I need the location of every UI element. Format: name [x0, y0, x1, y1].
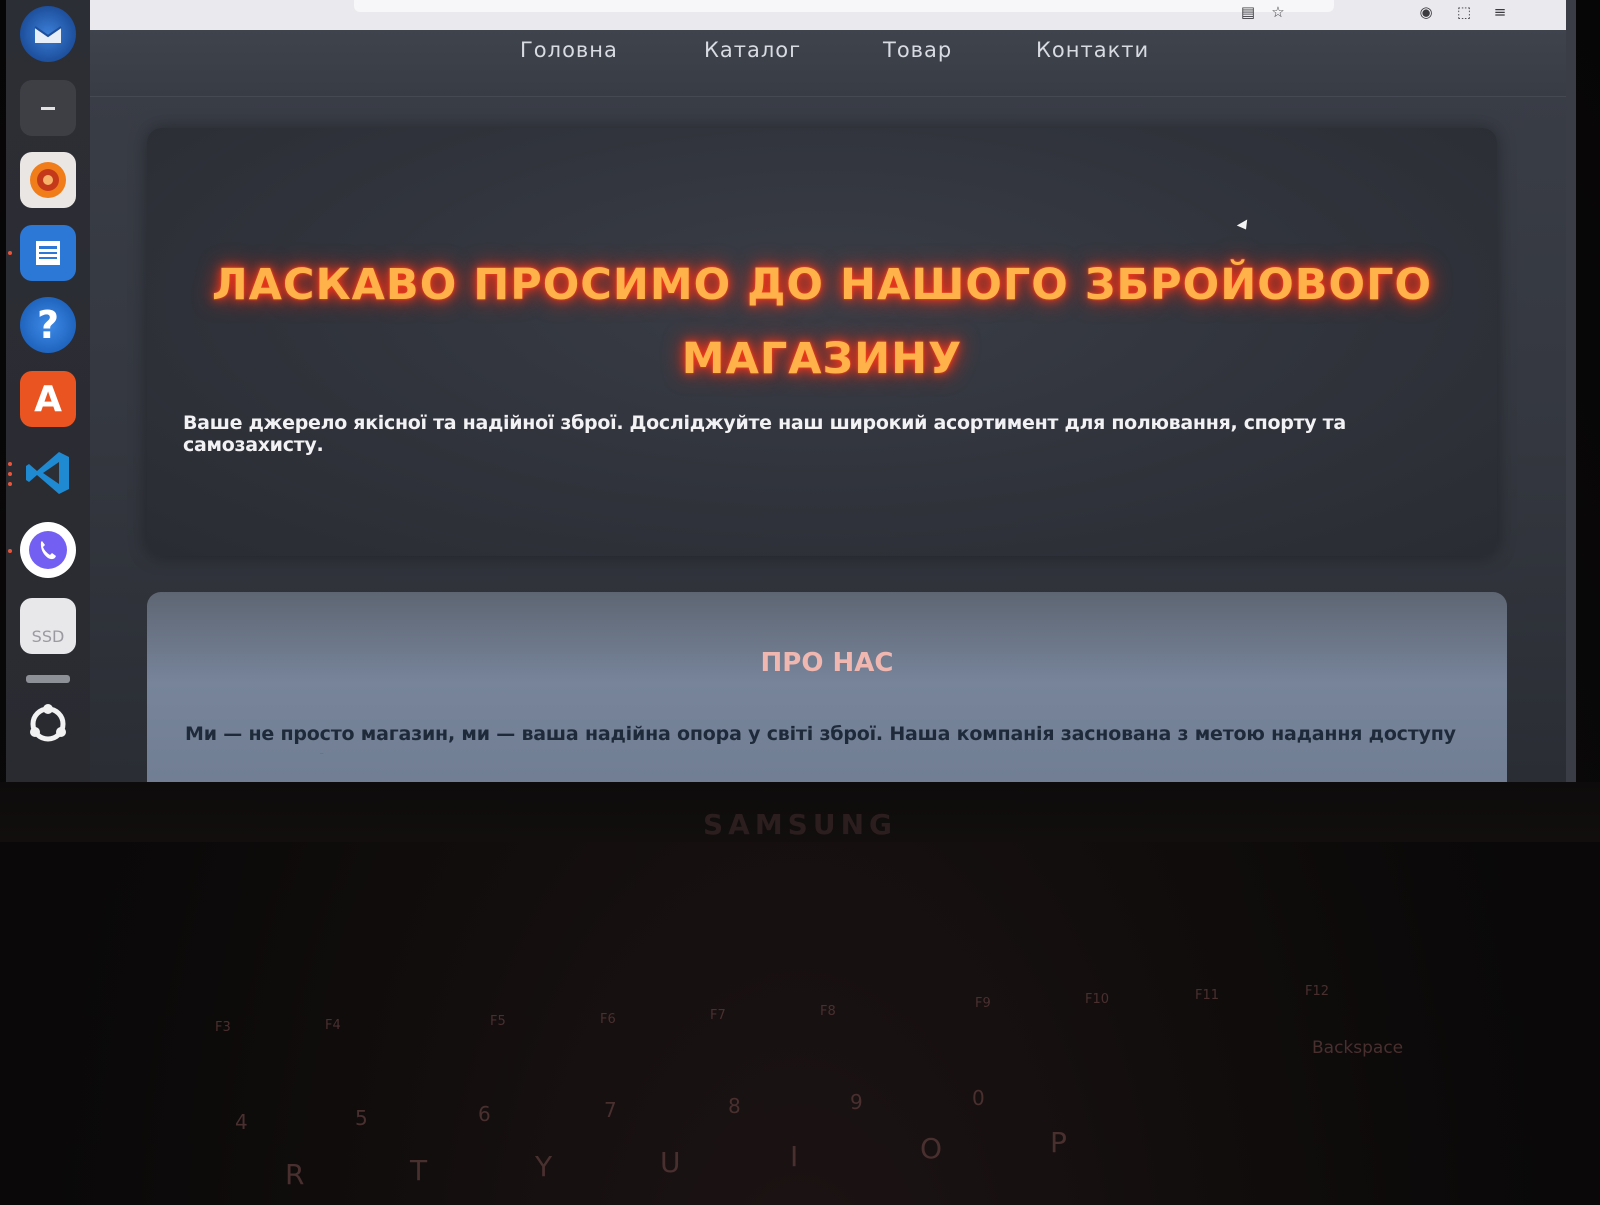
- key-f10: F10: [1085, 992, 1110, 1007]
- key-5: 5: [355, 1106, 368, 1130]
- nav-product-link[interactable]: Товар: [883, 38, 952, 62]
- writer-icon[interactable]: [20, 225, 76, 281]
- laptop-brand-logo: SAMSUNG: [702, 808, 898, 841]
- key-0: 0: [972, 1086, 985, 1110]
- ubuntu-apps-icon[interactable]: [20, 696, 76, 752]
- hero-title: ЛАСКАВО ПРОСИМО ДО НАШОГО ЗБРОЙОВОГО МАГ…: [177, 248, 1467, 396]
- nav-home-link[interactable]: Головна: [520, 38, 618, 62]
- account-icon[interactable]: ◉: [1416, 2, 1436, 22]
- key-f12: F12: [1305, 984, 1330, 999]
- key-f6: F6: [600, 1012, 616, 1027]
- key-r: R: [285, 1158, 305, 1191]
- key-y: Y: [535, 1150, 553, 1183]
- key-6: 6: [478, 1102, 491, 1126]
- key-p: P: [1050, 1126, 1067, 1159]
- vscode-icon[interactable]: [20, 445, 76, 501]
- key-f5: F5: [490, 1014, 506, 1029]
- viber-icon[interactable]: [20, 522, 76, 578]
- key-o: O: [920, 1132, 943, 1165]
- dock-running-indicator: [8, 482, 12, 486]
- hero-section: ЛАСКАВО ПРОСИМО ДО НАШОГО ЗБРОЙОВОГО МАГ…: [147, 128, 1497, 556]
- bookmark-star-icon[interactable]: ☆: [1268, 2, 1288, 22]
- rhythmbox-icon[interactable]: [20, 152, 76, 208]
- thunderbird-icon[interactable]: [20, 6, 76, 62]
- url-bar[interactable]: [354, 0, 1334, 12]
- key-8: 8: [728, 1094, 741, 1118]
- dock-running-indicator: [8, 472, 12, 476]
- laptop-screen: ? A SSD ▤ ☆ ◉ ⬚ ≡ Головна Каталог Товар …: [6, 0, 1576, 782]
- app-center-icon[interactable]: A: [20, 371, 76, 427]
- dock-running-indicator: [8, 462, 12, 466]
- menu-icon[interactable]: ≡: [1490, 2, 1510, 22]
- about-section: ПРО НАС Ми — не просто магазин, ми — ваш…: [147, 592, 1507, 782]
- key-u: U: [660, 1146, 681, 1179]
- laptop-keyboard: F3 F4 F5 F6 F7 F8 F9 F10 F11 F12 4 5 6 7…: [0, 980, 1600, 1205]
- extensions-icon[interactable]: ⬚: [1454, 2, 1474, 22]
- dock-divider: [26, 675, 70, 683]
- key-i: I: [790, 1140, 799, 1173]
- key-f7: F7: [710, 1008, 726, 1023]
- web-page: Головна Каталог Товар Контакти ЛАСКАВО П…: [90, 30, 1566, 782]
- ssd-drive-icon[interactable]: SSD: [20, 598, 76, 654]
- dock-running-indicator: [8, 251, 12, 255]
- key-f4: F4: [325, 1018, 341, 1033]
- key-f3: F3: [215, 1020, 231, 1035]
- dock-running-indicator: [8, 549, 12, 553]
- help-icon[interactable]: ?: [20, 297, 76, 353]
- about-text: Ми — не просто магазин, ми — ваша надійн…: [185, 723, 1456, 754]
- key-7: 7: [604, 1098, 617, 1122]
- key-f9: F9: [975, 996, 991, 1011]
- key-9: 9: [850, 1090, 863, 1114]
- key-4: 4: [235, 1110, 248, 1134]
- browser-toolbar: ▤ ☆ ◉ ⬚ ≡: [90, 0, 1566, 31]
- hero-title-line-1: ЛАСКАВО ПРОСИМО ДО НАШОГО ЗБРОЙОВОГО: [211, 260, 1433, 310]
- nav-contacts-link[interactable]: Контакти: [1036, 38, 1149, 62]
- key-f11: F11: [1195, 988, 1220, 1003]
- site-nav: Головна Каталог Товар Контакти: [90, 30, 1566, 97]
- files-icon[interactable]: [20, 80, 76, 136]
- reader-view-icon[interactable]: ▤: [1238, 2, 1258, 22]
- key-f8: F8: [820, 1004, 836, 1019]
- photo: ? A SSD ▤ ☆ ◉ ⬚ ≡ Головна Каталог Товар …: [0, 0, 1600, 1205]
- key-t: T: [410, 1154, 428, 1187]
- nav-catalog-link[interactable]: Каталог: [704, 38, 801, 62]
- ubuntu-dock: ? A SSD: [6, 0, 90, 782]
- hero-subtitle: Ваше джерело якісної та надійної зброї. …: [183, 412, 1346, 456]
- hero-title-line-2: МАГАЗИНУ: [681, 334, 963, 384]
- about-heading: ПРО НАС: [760, 648, 894, 678]
- key-backspace: Backspace: [1312, 1038, 1404, 1058]
